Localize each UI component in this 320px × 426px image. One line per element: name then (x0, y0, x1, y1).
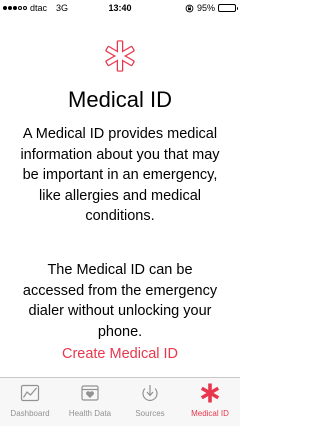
create-medical-id-button[interactable]: Create Medical ID (0, 344, 240, 364)
medical-id-description: A Medical ID provides medical informatio… (20, 126, 220, 224)
status-bar-right: 95% (185, 0, 238, 16)
tab-dashboard[interactable]: Dashboard (0, 378, 60, 426)
tab-medical-id[interactable]: Medical ID (180, 378, 240, 426)
tab-bar: Dashboard Health Data Sources Medical ID (0, 377, 240, 426)
sources-icon (142, 385, 158, 401)
page-title: Medical ID (68, 87, 172, 112)
emergency-access-note: The Medical ID can be accessed from the … (22, 262, 218, 340)
tab-health-data[interactable]: Health Data (60, 378, 120, 426)
tab-label-sources: Sources (135, 409, 165, 418)
medical-asterisk-icon (105, 40, 135, 72)
tab-sources[interactable]: Sources (120, 378, 180, 426)
status-bar: dtac 3G 13:40 95% (0, 0, 240, 16)
tab-label-health-data: Health Data (68, 409, 112, 418)
health-data-icon (81, 385, 99, 401)
dashboard-icon (20, 384, 40, 402)
orientation-lock-icon (185, 4, 194, 12)
tab-label-dashboard: Dashboard (10, 409, 50, 418)
battery-percent: 95% (196, 3, 215, 13)
tab-label-medical-id: Medical ID (191, 409, 229, 418)
medical-id-icon (200, 383, 220, 403)
battery-icon (218, 4, 238, 12)
